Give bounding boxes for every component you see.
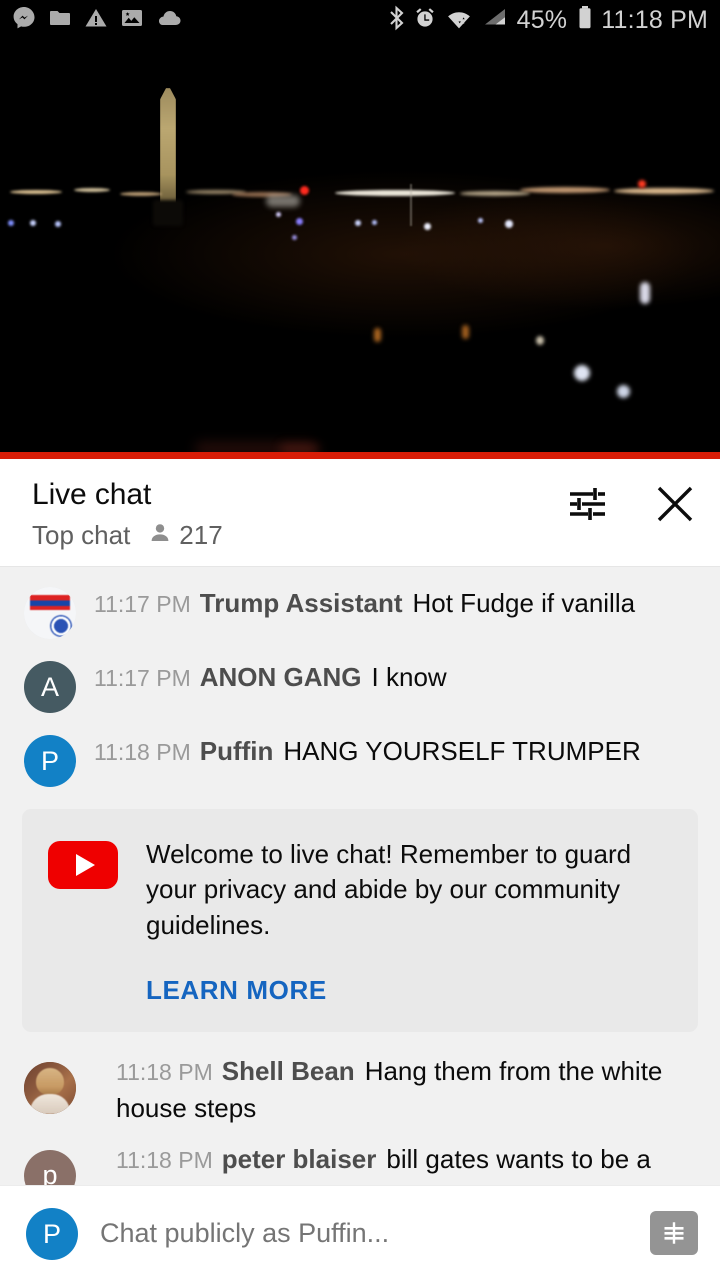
- viewer-count-group: 217: [148, 520, 223, 551]
- message-author[interactable]: Puffin: [200, 736, 274, 766]
- folder-icon: [48, 6, 72, 35]
- avatar-letter: A: [40, 671, 59, 702]
- message-timestamp: 11:18 PM: [116, 1059, 213, 1086]
- chat-message-text: 11:18 PM Puffin HANG YOURSELF TRUMPER: [94, 733, 700, 770]
- chat-header-titles: Live chat Top chat 217: [32, 477, 223, 551]
- page-title: Live chat: [32, 478, 152, 511]
- message-author[interactable]: ANON GANG: [200, 662, 362, 692]
- live-chat-header: Live chat Top chat 217: [0, 459, 720, 566]
- avatar-letter: p: [42, 1160, 58, 1185]
- message-body: Hot Fudge if vanilla: [412, 588, 636, 618]
- cell-signal-icon: [483, 6, 509, 35]
- chat-message-text: 11:17 PM ANON GANG I know: [94, 659, 700, 696]
- bluetooth-icon: [388, 5, 405, 36]
- alarm-icon: [413, 6, 437, 35]
- status-bar-right-icons: 45% 11:18 PM: [388, 5, 708, 36]
- avatar-letter: P: [42, 1218, 61, 1249]
- chat-input[interactable]: [100, 1217, 650, 1249]
- chat-message[interactable]: A 11:17 PM ANON GANG I know: [0, 649, 720, 723]
- battery-icon: [577, 5, 593, 36]
- status-bar: 45% 11:18 PM: [0, 0, 720, 40]
- message-timestamp: 11:17 PM: [94, 591, 191, 617]
- message-author[interactable]: Shell Bean: [222, 1056, 355, 1086]
- current-user-avatar[interactable]: P: [26, 1208, 78, 1260]
- chat-message[interactable]: 11:18 PM Shell Bean Hang them from the whi…: [0, 1046, 720, 1134]
- cloud-icon: [156, 6, 182, 35]
- viewer-count-label: 217: [179, 520, 223, 551]
- chat-header-actions: [564, 481, 698, 527]
- message-timestamp: 11:18 PM: [116, 1146, 213, 1173]
- youtube-logo-icon: [48, 841, 118, 889]
- close-icon[interactable]: [652, 481, 698, 527]
- welcome-card-content: Welcome to live chat! Remember to guard …: [146, 837, 672, 1006]
- live-stream-video[interactable]: [0, 40, 720, 452]
- image-icon: [120, 6, 144, 35]
- avatar: [24, 1062, 76, 1115]
- chat-message[interactable]: 11:17 PM Trump Assistant Hot Fudge if vani…: [0, 575, 720, 649]
- learn-more-link[interactable]: LEARN MORE: [146, 975, 327, 1006]
- messenger-icon: [12, 6, 36, 35]
- avatar-letter: P: [40, 745, 59, 776]
- warning-icon: [84, 6, 108, 35]
- wifi-icon: [445, 6, 475, 35]
- avatar: A: [24, 661, 76, 713]
- dollar-bill-icon[interactable]: [650, 1211, 698, 1255]
- avatar-image: [24, 587, 76, 639]
- live-progress-bar[interactable]: [0, 452, 720, 459]
- welcome-card-text: Welcome to live chat! Remember to guard …: [146, 839, 632, 940]
- message-timestamp: 11:17 PM: [94, 665, 191, 691]
- message-author[interactable]: peter blaiser: [222, 1144, 377, 1174]
- message-author[interactable]: Trump Assistant: [200, 588, 403, 618]
- avatar: [24, 587, 76, 639]
- play-triangle: [75, 854, 95, 876]
- chat-mode-label[interactable]: Top chat: [32, 520, 130, 551]
- chat-message-text: 11:17 PM Trump Assistant Hot Fudge if vani…: [94, 585, 700, 622]
- chat-message-text: 11:18 PM Shell Bean Hang them from the whi…: [24, 1053, 698, 1127]
- status-bar-left-icons: [12, 6, 182, 35]
- message-body: I know: [371, 662, 447, 692]
- chat-message[interactable]: P 11:18 PM Puffin HANG YOURSELF TRUMPER: [0, 723, 720, 797]
- city-lights: [0, 40, 720, 452]
- tune-icon[interactable]: [564, 481, 610, 527]
- chat-message-text: 11:18 PM peter blaiser bill gates wants to…: [24, 1141, 698, 1185]
- chat-message[interactable]: p 11:18 PM peter blaiser bill gates wants …: [0, 1134, 720, 1185]
- chat-input-bar: P: [0, 1185, 720, 1280]
- phone-screen: 45% 11:18 PM Live chat Top chat 217 11:1…: [0, 0, 720, 1280]
- welcome-card: Welcome to live chat! Remember to guard …: [22, 809, 698, 1033]
- clock-label: 11:18 PM: [601, 5, 708, 34]
- chat-message-list[interactable]: 11:17 PM Trump Assistant Hot Fudge if vani…: [0, 567, 720, 1185]
- message-timestamp: 11:18 PM: [94, 739, 191, 765]
- avatar: P: [24, 735, 76, 787]
- avatar-image: [24, 1062, 76, 1115]
- message-body: HANG YOURSELF TRUMPER: [283, 736, 641, 766]
- person-icon: [148, 521, 172, 550]
- battery-percent-label: 45%: [516, 5, 568, 34]
- chat-header-subtitle: Top chat 217: [32, 520, 223, 551]
